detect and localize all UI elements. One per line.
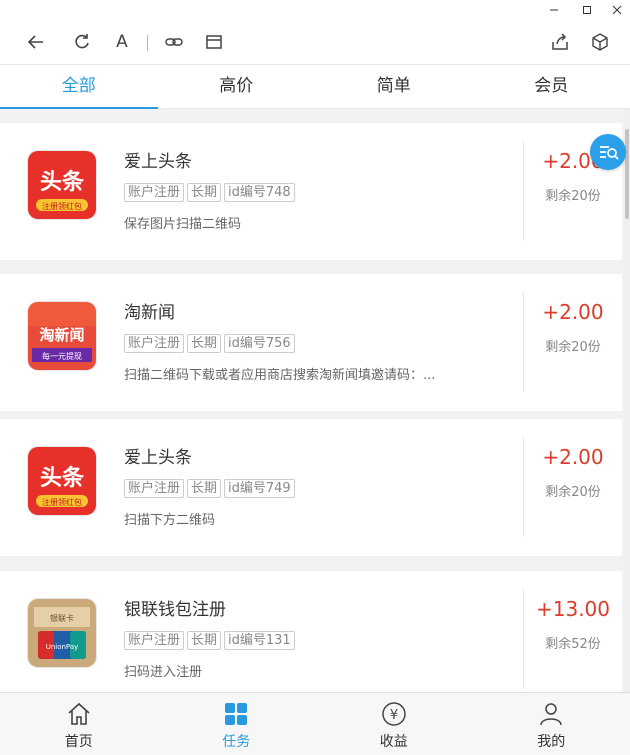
task-remaining: 剩余20份 [524, 336, 622, 355]
window-icon [204, 32, 224, 52]
svg-text:注册领红包: 注册领红包 [42, 497, 82, 507]
tag: 账户注册 [124, 631, 184, 650]
nav-label: 任务 [222, 731, 250, 751]
home-icon [66, 701, 92, 727]
task-title: 淘新闻 [124, 298, 175, 323]
nav-label: 我的 [537, 731, 565, 751]
task-tags: 账户注册 长期 id编号756 [124, 334, 295, 353]
user-icon [538, 701, 564, 727]
svg-text:银联卡: 银联卡 [50, 613, 74, 623]
tag: 长期 [187, 183, 221, 202]
task-card[interactable]: 银联卡 UnionPay 银联钱包注册 账户注册 长期 id编号131 扫码进入… [0, 571, 622, 692]
scrollbar[interactable] [624, 109, 630, 692]
task-remaining: 剩余20份 [524, 481, 622, 500]
task-description: 扫码进入注册 [124, 661, 494, 680]
bottom-navigation: 首页 任务 ¥ 收益 我的 [0, 692, 630, 755]
tag: 长期 [187, 631, 221, 650]
task-title: 爱上头条 [124, 147, 192, 172]
task-description: 保存图片扫描二维码 [124, 213, 494, 232]
nav-home[interactable]: 首页 [0, 693, 158, 755]
task-tags: 账户注册 长期 id编号749 [124, 479, 295, 498]
share-button[interactable] [542, 20, 578, 64]
share-icon [550, 32, 570, 52]
svg-text:注册领红包: 注册领红包 [42, 201, 82, 211]
window-titlebar [0, 0, 630, 20]
refresh-button[interactable] [64, 20, 100, 64]
list-search-icon [597, 141, 619, 163]
svg-text:淘新闻: 淘新闻 [38, 326, 84, 344]
tag: 长期 [187, 334, 221, 353]
tab-simple[interactable]: 简单 [315, 65, 473, 108]
link-icon [164, 32, 184, 52]
task-title: 爱上头条 [124, 443, 192, 468]
yuan-icon: ¥ [381, 701, 407, 727]
task-tags: 账户注册 长期 id编号748 [124, 183, 295, 202]
nav-label: 首页 [65, 731, 93, 751]
minimize-button[interactable] [539, 0, 569, 20]
category-tabs: 全部 高价 简单 会员 [0, 65, 630, 109]
tab-all[interactable]: 全部 [0, 65, 158, 108]
unionpay-wallet-icon: 银联卡 UnionPay [28, 599, 96, 667]
task-list: 头条 注册领红包 爱上头条 账户注册 长期 id编号748 保存图片扫描二维码 … [0, 109, 630, 692]
toutiao-icon: 头条 注册领红包 [28, 151, 96, 219]
svg-text:头条: 头条 [40, 169, 85, 195]
nav-tasks[interactable]: 任务 [158, 693, 316, 755]
task-reward: +13.00 [524, 597, 622, 621]
font-icon: A [116, 32, 128, 52]
task-remaining: 剩余52份 [524, 633, 622, 652]
task-reward: +2.00 [524, 300, 622, 324]
toutiao-icon: 头条 注册领红包 [28, 447, 96, 515]
maximize-button[interactable] [572, 0, 602, 20]
maximize-icon [582, 5, 592, 15]
nav-earnings[interactable]: ¥ 收益 [315, 693, 473, 755]
cube-button[interactable] [582, 20, 618, 64]
tag: id编号756 [224, 334, 295, 353]
nav-profile[interactable]: 我的 [473, 693, 630, 755]
font-button[interactable]: A [104, 20, 140, 64]
svg-text:每一元提现: 每一元提现 [42, 351, 82, 361]
tag: 账户注册 [124, 479, 184, 498]
tag: id编号131 [224, 631, 295, 650]
tag: id编号749 [224, 479, 295, 498]
task-tags: 账户注册 长期 id编号131 [124, 631, 295, 650]
task-remaining: 剩余20份 [524, 185, 622, 204]
toolbar-separator [147, 35, 148, 51]
tag: 账户注册 [124, 334, 184, 353]
back-arrow-icon [26, 32, 46, 52]
grid-icon [223, 701, 249, 727]
task-card[interactable]: 淘新闻 每一元提现 淘新闻 账户注册 长期 id编号756 扫描二维码下载或者应… [0, 274, 622, 411]
tag: id编号748 [224, 183, 295, 202]
toolbar: A [0, 20, 630, 65]
window-button[interactable] [196, 20, 232, 64]
svg-text:头条: 头条 [40, 465, 85, 491]
svg-text:¥: ¥ [390, 708, 398, 723]
close-button[interactable] [602, 0, 630, 20]
task-reward: +2.00 [524, 445, 622, 469]
minimize-icon [549, 5, 559, 15]
task-description: 扫描下方二维码 [124, 509, 494, 528]
tag: 账户注册 [124, 183, 184, 202]
close-icon [612, 5, 622, 15]
task-card[interactable]: 头条 注册领红包 爱上头条 账户注册 长期 id编号748 保存图片扫描二维码 … [0, 123, 622, 260]
taoxinwen-icon: 淘新闻 每一元提现 [28, 302, 96, 370]
tab-high-price[interactable]: 高价 [158, 65, 316, 108]
refresh-icon [72, 32, 92, 52]
link-button[interactable] [156, 20, 192, 64]
nav-label: 收益 [380, 731, 408, 751]
cube-icon [590, 32, 610, 52]
task-card[interactable]: 头条 注册领红包 爱上头条 账户注册 长期 id编号749 扫描下方二维码 +2… [0, 419, 622, 556]
scrollbar-thumb[interactable] [625, 129, 629, 219]
task-title: 银联钱包注册 [124, 595, 226, 620]
tab-member[interactable]: 会员 [473, 65, 630, 108]
svg-text:UnionPay: UnionPay [46, 643, 79, 651]
tag: 长期 [187, 479, 221, 498]
task-description: 扫描二维码下载或者应用商店搜索淘新闻填邀请码：... [124, 364, 494, 383]
back-button[interactable] [18, 20, 54, 64]
filter-search-button[interactable] [590, 134, 626, 170]
